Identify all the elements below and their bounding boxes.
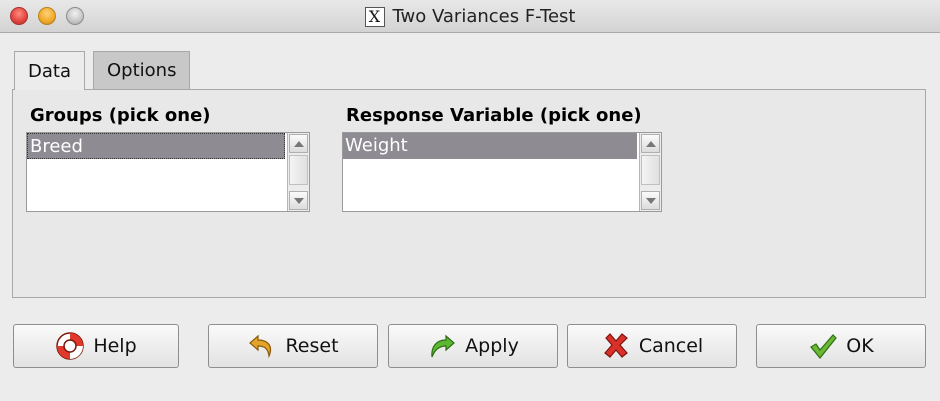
lifebuoy-icon [55, 331, 85, 361]
response-scroll-down-button[interactable] [641, 191, 660, 210]
window-title-group: X Two Variances F-Test [0, 0, 940, 33]
tab-data[interactable]: Data [14, 51, 85, 90]
cancel-button[interactable]: Cancel [567, 324, 737, 368]
help-button[interactable]: Help [13, 324, 179, 368]
data-tab-panel: Groups (pick one) Breed Response Variabl… [12, 89, 926, 298]
help-button-label: Help [93, 335, 137, 357]
undo-arrow-icon [247, 331, 277, 361]
groups-label: Groups (pick one) [30, 105, 211, 126]
red-x-icon [601, 331, 631, 361]
groups-scroll-up-button[interactable] [289, 134, 308, 153]
ok-button-label: OK [846, 335, 874, 357]
groups-listbox[interactable]: Breed [26, 132, 310, 212]
window-title: Two Variances F-Test [392, 6, 576, 27]
apply-button[interactable]: Apply [388, 324, 558, 368]
response-scroll-up-button[interactable] [641, 134, 660, 153]
groups-list-item[interactable]: Breed [27, 133, 285, 159]
response-scroll-thumb[interactable] [641, 155, 660, 185]
reset-button-label: Reset [285, 335, 339, 357]
ok-button[interactable]: OK [756, 324, 926, 368]
green-check-icon [808, 331, 838, 361]
groups-scrollbar[interactable] [287, 133, 309, 211]
response-label: Response Variable (pick one) [346, 105, 642, 126]
tab-options[interactable]: Options [93, 51, 191, 89]
groups-scroll-down-button[interactable] [289, 191, 308, 210]
reset-button[interactable]: Reset [208, 324, 378, 368]
response-list-item[interactable]: Weight [343, 133, 637, 159]
x11-app-icon: X [364, 6, 385, 27]
scroll-down-icon [645, 197, 656, 204]
apply-button-label: Apply [465, 335, 519, 357]
response-scrollbar[interactable] [639, 133, 661, 211]
title-bar[interactable]: X Two Variances F-Test [0, 0, 940, 33]
response-listbox[interactable]: Weight [342, 132, 662, 212]
green-redo-arrow-icon [427, 331, 457, 361]
cancel-button-label: Cancel [638, 335, 704, 357]
groups-scroll-thumb[interactable] [289, 155, 308, 185]
scroll-up-icon [645, 140, 656, 147]
scroll-up-icon [293, 140, 304, 147]
scroll-down-icon [293, 197, 304, 204]
